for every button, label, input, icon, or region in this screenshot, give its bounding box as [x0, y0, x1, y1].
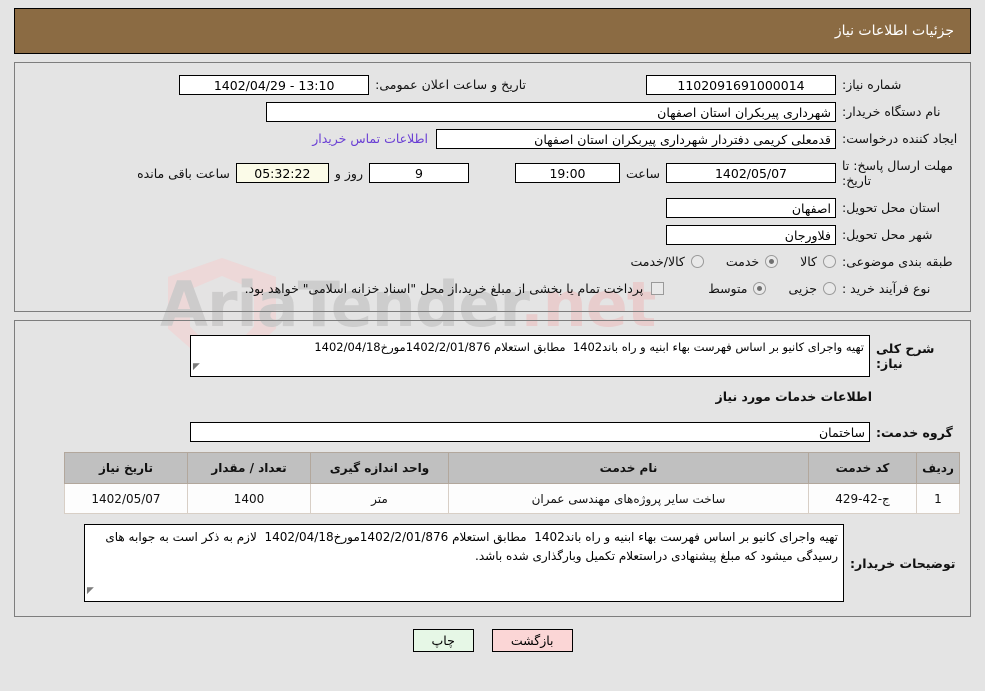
cell-need-date: 1402/05/07	[64, 483, 188, 514]
row-service-group: گروه خدمت: ساختمان	[25, 422, 960, 442]
process-option-jozii-label: جزیی	[788, 281, 817, 296]
col-service-name: نام خدمت	[448, 452, 809, 484]
table-row: 1 ج-42-429 ساخت سایر پروژه‌های مهندسی عم…	[64, 483, 960, 514]
category-option-kala[interactable]: کالا	[800, 254, 836, 269]
action-button-bar: بازگشت چاپ	[0, 629, 985, 652]
description-textarea[interactable]: تهیه واجرای کانیو بر اساس فهرست بهاء ابن…	[190, 335, 870, 377]
cell-service-code: ج-42-429	[808, 483, 917, 514]
radio-icon-motevaset[interactable]	[753, 282, 767, 295]
category-label: طبقه بندی موضوعی:	[842, 254, 953, 269]
row-process-type: نوع فرآیند خرید : جزیی متوسط پرداخت تمام…	[25, 275, 960, 302]
city-value: فلاورجان	[666, 224, 836, 245]
row-province: استان محل تحویل: اصفهان	[25, 194, 960, 221]
hour-label: ساعت	[625, 165, 660, 181]
service-group-value: ساختمان	[190, 422, 870, 442]
row-creator: ایجاد کننده درخواست: قدمعلی کریمی دفتردا…	[25, 125, 960, 152]
creator-value: قدمعلی کریمی دفتردار شهرداری پیربکران اس…	[436, 128, 836, 149]
row-buyer-notes: توضیحات خریدار: تهیه واجرای کانیو بر اسا…	[25, 524, 960, 602]
deadline-date-value: 1402/05/07	[666, 163, 836, 183]
buyer-contact-link[interactable]: اطلاعات تماس خریدار	[304, 131, 436, 146]
cell-quantity: 1400	[187, 483, 311, 514]
public-announce-value: 13:10 - 1402/04/29	[179, 74, 370, 95]
countdown-timer-value: 05:32:22	[235, 163, 329, 183]
need-number-value: 1102091691000014	[646, 74, 836, 95]
back-button[interactable]: بازگشت	[491, 629, 573, 652]
remaining-days-value: 9	[368, 163, 469, 183]
days-label: روز و	[334, 165, 363, 181]
public-announce-label: تاریخ و ساعت اعلان عمومی:	[375, 77, 526, 92]
category-option-kala-label: کالا	[800, 254, 817, 269]
page-title-bar: جزئیات اطلاعات نیاز	[14, 8, 971, 54]
process-option-motevaset-label: متوسط	[708, 281, 748, 296]
print-button[interactable]: چاپ	[412, 629, 474, 652]
row-buyer-org: نام دستگاه خریدار: شهرداری پیربکران استا…	[25, 98, 960, 125]
buyer-org-value: شهرداری پیربکران استان اصفهان	[266, 101, 836, 122]
col-service-code: کد خدمت	[808, 452, 917, 484]
need-number-label: شماره نیاز:	[842, 77, 902, 92]
process-option-jozii[interactable]: جزیی	[788, 281, 836, 296]
row-deadline: مهلت ارسال پاسخ: تا تاریخ: 1402/05/07 سا…	[25, 152, 960, 194]
remaining-hours-label: ساعت باقی مانده	[137, 165, 230, 181]
radio-icon-kala[interactable]	[823, 255, 836, 268]
creator-label: ایجاد کننده درخواست:	[842, 131, 958, 146]
col-unit: واحد اندازه گیری	[310, 452, 449, 484]
buyer-notes-label: توضیحات خریدار:	[850, 555, 956, 571]
radio-icon-jozii[interactable]	[823, 282, 836, 295]
services-panel: شرح کلی نیاز: تهیه واجرای کانیو بر اساس …	[14, 320, 971, 617]
row-category: طبقه بندی موضوعی: کالا خدمت کالا/خدمت	[25, 248, 960, 275]
services-section-heading: اطلاعات خدمات مورد نیاز	[715, 389, 873, 404]
process-radio-group: جزیی متوسط	[686, 281, 836, 296]
buyer-org-label: نام دستگاه خریدار:	[842, 104, 941, 119]
page-root: AriaTender.net جزئیات اطلاعات نیاز شماره…	[0, 0, 985, 691]
cell-unit: متر	[310, 483, 449, 514]
page-title: جزئیات اطلاعات نیاز	[834, 23, 954, 39]
row-need-number: شماره نیاز: 1102091691000014 تاریخ و ساع…	[25, 71, 960, 98]
province-label: استان محل تحویل:	[842, 200, 941, 215]
col-quantity: تعداد / مقدار	[187, 452, 311, 484]
category-option-khedmat-label: خدمت	[725, 254, 760, 269]
description-label: شرح کلی نیاز:	[876, 341, 935, 371]
category-radio-group: کالا خدمت کالا/خدمت	[608, 254, 836, 269]
col-row-no: ردیف	[916, 452, 960, 484]
col-need-date: تاریخ نیاز	[64, 452, 188, 484]
city-label: شهر محل تحویل:	[842, 227, 933, 242]
province-value: اصفهان	[666, 197, 836, 218]
treasury-checkbox-icon[interactable]	[651, 282, 665, 295]
services-table: ردیف کد خدمت نام خدمت واحد اندازه گیری ت…	[64, 452, 960, 514]
need-info-panel: شماره نیاز: 1102091691000014 تاریخ و ساع…	[14, 62, 971, 312]
process-option-motevaset[interactable]: متوسط	[708, 281, 767, 296]
radio-icon-kala-khedmat[interactable]	[690, 255, 704, 268]
category-option-kala-khedmat-label: کالا/خدمت	[630, 254, 685, 269]
table-header-row: ردیف کد خدمت نام خدمت واحد اندازه گیری ت…	[64, 452, 960, 484]
buyer-notes-textarea[interactable]: تهیه واجرای کانیو بر اساس فهرست بهاء ابن…	[84, 524, 844, 602]
deadline-label: مهلت ارسال پاسخ: تا تاریخ:	[842, 158, 953, 188]
row-description: شرح کلی نیاز: تهیه واجرای کانیو بر اساس …	[25, 335, 960, 377]
process-label: نوع فرآیند خرید :	[842, 281, 931, 296]
radio-icon-khedmat[interactable]	[765, 255, 779, 268]
cell-service-name: ساخت سایر پروژه‌های مهندسی عمران	[448, 483, 809, 514]
row-city: شهر محل تحویل: فلاورجان	[25, 221, 960, 248]
service-group-label: گروه خدمت:	[876, 424, 953, 440]
category-option-kala-khedmat[interactable]: کالا/خدمت	[630, 254, 704, 269]
treasury-checkbox-label: پرداخت تمام یا بخشی از مبلغ خرید،از محل …	[244, 281, 644, 296]
cell-row-no: 1	[916, 483, 960, 514]
category-option-khedmat[interactable]: خدمت	[725, 254, 779, 269]
treasury-checkbox-wrap[interactable]: پرداخت تمام یا بخشی از مبلغ خرید،از محل …	[245, 281, 665, 296]
deadline-time-value: 19:00	[514, 163, 620, 183]
